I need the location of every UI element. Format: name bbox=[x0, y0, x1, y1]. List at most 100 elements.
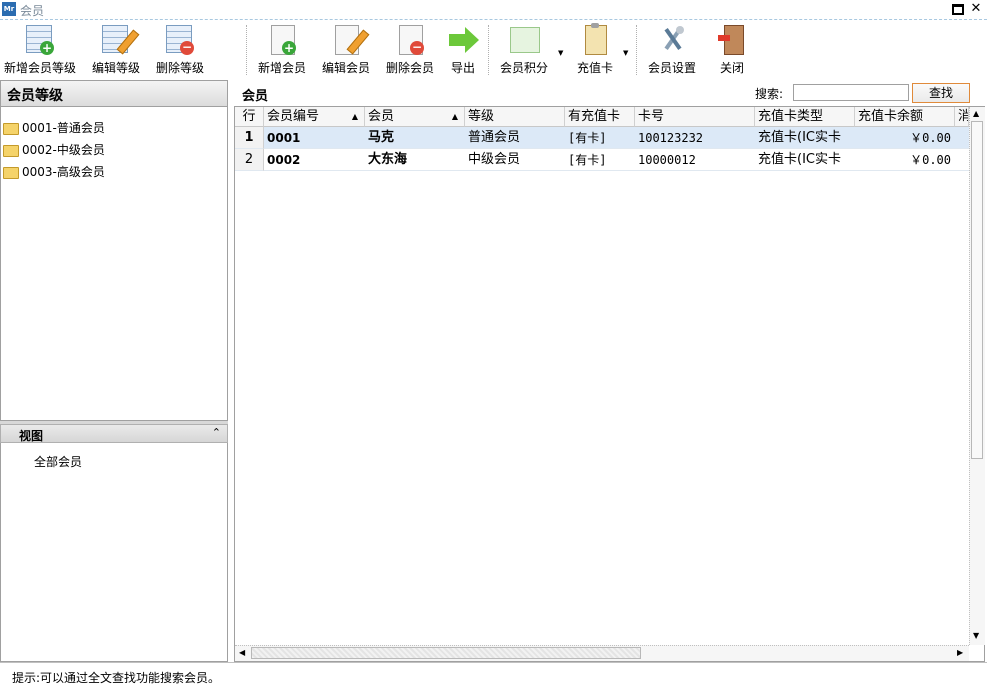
column-header-consumption[interactable]: 消 bbox=[955, 107, 969, 127]
recharge-card-dropdown-icon[interactable]: ▼ bbox=[623, 49, 628, 57]
column-header-level[interactable]: 等级 bbox=[465, 107, 565, 127]
search-input[interactable] bbox=[793, 84, 909, 101]
points-chart-icon bbox=[508, 23, 540, 55]
recharge-card-label: 充值卡 bbox=[576, 61, 613, 75]
delete-level-icon: − bbox=[164, 23, 196, 55]
tree-item-label: 0003-高级会员 bbox=[22, 165, 105, 179]
member-points-button[interactable]: 会员积分 bbox=[496, 23, 552, 77]
member-name-cell: 大东海 bbox=[365, 149, 465, 171]
edit-level-button[interactable]: 编辑等级 bbox=[88, 23, 144, 77]
view-title: 视图 bbox=[19, 429, 44, 443]
toolbar-separator bbox=[246, 25, 247, 75]
level-cell: 普通会员 bbox=[465, 127, 565, 149]
edit-member-icon bbox=[330, 23, 370, 55]
has-card-cell: [有卡] bbox=[565, 127, 635, 149]
horizontal-scroll-thumb[interactable] bbox=[251, 647, 641, 659]
tree-item-label: 0002-中级会员 bbox=[22, 143, 105, 157]
column-header-card-number[interactable]: 卡号 bbox=[635, 107, 755, 127]
scroll-down-icon[interactable]: ▼ bbox=[973, 631, 979, 640]
folder-icon bbox=[3, 166, 19, 179]
tree-item-level-0002[interactable]: 0002-中级会员 bbox=[3, 141, 105, 159]
horizontal-scrollbar[interactable]: ◀ ▶ bbox=[235, 645, 969, 661]
sort-asc-icon: ▲ bbox=[451, 112, 458, 121]
restore-icon bbox=[952, 4, 964, 15]
scroll-right-icon[interactable]: ▶ bbox=[957, 648, 963, 657]
add-member-button[interactable]: + 新增会员 bbox=[254, 23, 310, 77]
scroll-left-icon[interactable]: ◀ bbox=[239, 648, 245, 657]
vertical-scroll-thumb[interactable] bbox=[971, 121, 983, 459]
export-button[interactable]: 导出 bbox=[446, 23, 480, 77]
main-title: 会员 bbox=[242, 89, 269, 104]
search-button[interactable]: 查找 bbox=[912, 83, 970, 103]
app-logo-icon: Mr bbox=[2, 2, 16, 16]
delete-member-button[interactable]: − 删除会员 bbox=[382, 23, 438, 77]
tools-icon bbox=[656, 23, 688, 55]
card-type-cell: 充值卡(IC实卡 bbox=[755, 127, 855, 149]
exit-door-icon bbox=[716, 23, 748, 55]
edit-member-button[interactable]: 编辑会员 bbox=[318, 23, 374, 77]
tree-item-level-0001[interactable]: 0001-普通会员 bbox=[3, 119, 105, 137]
member-table: 行 会员编号 ▲ 会员 ▲ 等级 有充值卡 卡号 充值卡类型 充值卡余额 消 1 0… bbox=[234, 106, 985, 662]
has-card-cell: [有卡] bbox=[565, 149, 635, 171]
recharge-card-button[interactable]: 充值卡 bbox=[572, 23, 618, 77]
card-type-cell: 充值卡(IC实卡 bbox=[755, 149, 855, 171]
toolbar-separator bbox=[636, 25, 637, 75]
delete-member-icon: − bbox=[394, 23, 426, 55]
member-name-cell: 马克 bbox=[365, 127, 465, 149]
status-hint: 提示:可以通过全文查找功能搜索会员。 bbox=[12, 671, 221, 685]
edit-level-icon bbox=[100, 23, 140, 55]
scroll-up-icon[interactable]: ▲ bbox=[973, 109, 979, 118]
column-header-row-number[interactable]: 行 bbox=[235, 107, 264, 127]
member-settings-label: 会员设置 bbox=[647, 61, 696, 75]
close-icon: ✕ bbox=[970, 1, 982, 16]
tree-item-label: 0001-普通会员 bbox=[22, 121, 105, 135]
card-number-cell: 100123232 bbox=[635, 127, 755, 149]
edit-member-label: 编辑会员 bbox=[321, 61, 370, 75]
row-number-cell: 2 bbox=[235, 149, 264, 171]
status-bar: 提示:可以通过全文查找功能搜索会员。 bbox=[0, 662, 987, 692]
toolbar-separator bbox=[488, 25, 489, 75]
table-row[interactable]: 2 0002 大东海 中级会员 [有卡] 10000012 充值卡(IC实卡 ￥… bbox=[235, 149, 969, 171]
collapse-icon[interactable]: ⌃ bbox=[212, 426, 221, 439]
column-header-has-card[interactable]: 有充值卡 bbox=[565, 107, 635, 127]
delete-level-button[interactable]: − 删除等级 bbox=[152, 23, 208, 77]
card-number-cell: 10000012 bbox=[635, 149, 755, 171]
card-balance-cell: ￥0.00 bbox=[855, 149, 955, 171]
member-points-dropdown-icon[interactable]: ▼ bbox=[558, 49, 563, 57]
export-label: 导出 bbox=[450, 61, 475, 75]
column-header-member[interactable]: 会员 ▲ bbox=[365, 107, 465, 127]
view-header[interactable]: 视图 ⌃ bbox=[0, 424, 228, 443]
member-level-header: 会员等级 bbox=[0, 80, 228, 107]
member-level-tree: 0001-普通会员 0002-中级会员 0003-高级会员 bbox=[0, 107, 228, 420]
restore-button[interactable] bbox=[950, 1, 966, 17]
member-id-cell: 0002 bbox=[264, 149, 365, 171]
column-label: 会员 bbox=[368, 109, 395, 124]
toolbar: + 新增会员等级 编辑等级 − 删除等级 + 新增会员 编辑会员 − 删除会员 bbox=[0, 21, 987, 79]
member-points-label: 会员积分 bbox=[499, 61, 548, 75]
column-header-card-balance[interactable]: 充值卡余额 bbox=[855, 107, 955, 127]
sort-asc-icon: ▲ bbox=[351, 112, 358, 121]
consumption-cell bbox=[955, 149, 969, 171]
view-panel: 全部会员 bbox=[0, 443, 228, 662]
window-title: 会员 bbox=[20, 4, 45, 18]
member-settings-button[interactable]: 会员设置 bbox=[644, 23, 700, 77]
vertical-scrollbar[interactable]: ▲ ▼ bbox=[969, 107, 985, 645]
add-level-label: 新增会员等级 bbox=[3, 61, 76, 75]
column-header-member-id[interactable]: 会员编号 ▲ bbox=[264, 107, 365, 127]
column-header-card-type[interactable]: 充值卡类型 bbox=[755, 107, 855, 127]
member-level-title: 会员等级 bbox=[7, 88, 63, 104]
tree-item-level-0003[interactable]: 0003-高级会员 bbox=[3, 163, 105, 181]
row-number-cell: 1 bbox=[235, 127, 264, 149]
add-member-label: 新增会员 bbox=[257, 61, 306, 75]
close-button[interactable]: ✕ bbox=[968, 1, 984, 17]
add-level-button[interactable]: + 新增会员等级 bbox=[2, 23, 78, 77]
folder-icon bbox=[3, 122, 19, 135]
folder-icon bbox=[3, 144, 19, 157]
close-window-button[interactable]: 关闭 bbox=[710, 23, 754, 77]
view-item-all-members[interactable]: 全部会员 bbox=[34, 453, 82, 470]
add-member-icon: + bbox=[266, 23, 298, 55]
card-balance-cell: ￥0.00 bbox=[855, 127, 955, 149]
table-row[interactable]: 1 0001 马克 普通会员 [有卡] 100123232 充值卡(IC实卡 ￥… bbox=[235, 127, 969, 149]
close-window-label: 关闭 bbox=[719, 61, 744, 75]
level-cell: 中级会员 bbox=[465, 149, 565, 171]
